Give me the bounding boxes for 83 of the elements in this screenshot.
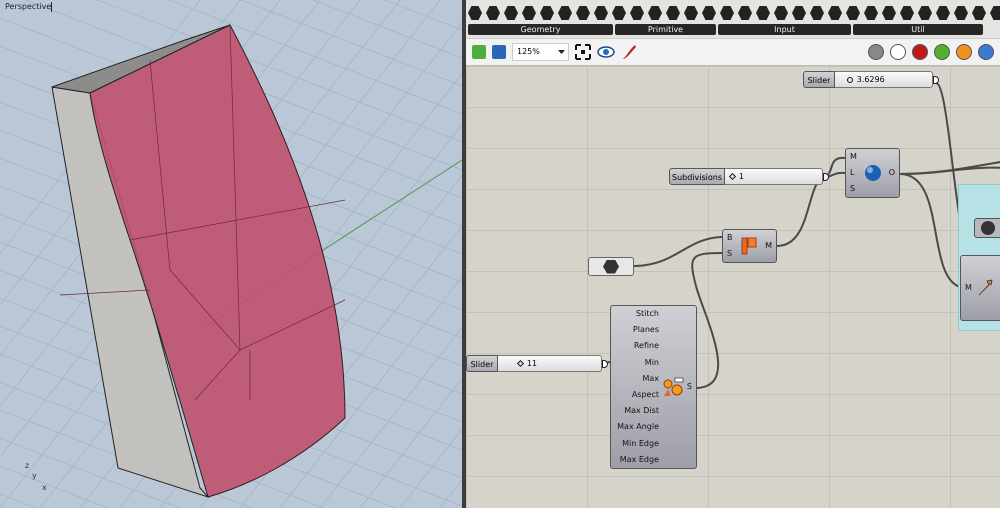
- input-label: Aspect: [632, 390, 659, 400]
- slider-label: Subdivisions: [669, 168, 725, 185]
- input-label: S: [850, 184, 856, 194]
- input-label: Max Dist: [624, 406, 659, 416]
- input-label: Max Angle: [617, 422, 659, 432]
- component-icon[interactable]: [630, 6, 644, 20]
- component-icon[interactable]: [846, 6, 860, 20]
- component-icon[interactable]: [504, 6, 518, 20]
- output-port[interactable]: [602, 360, 608, 368]
- input-label: M: [850, 152, 857, 162]
- input-label: L: [850, 168, 856, 178]
- ribbon-group-label[interactable]: Util: [853, 24, 983, 35]
- component-icon[interactable]: [612, 6, 626, 20]
- input-label: Planes: [632, 325, 659, 336]
- component-icon[interactable]: [828, 6, 842, 20]
- component-icon[interactable]: [810, 6, 824, 20]
- slider-grip[interactable]: [728, 172, 736, 180]
- number-slider[interactable]: 11: [498, 355, 602, 372]
- input-label: Min: [644, 358, 659, 368]
- component-icon[interactable]: [936, 6, 950, 20]
- input-label: B: [727, 233, 732, 243]
- component-icon[interactable]: [594, 6, 608, 20]
- axis-label: x: [42, 483, 47, 492]
- zoom-dropdown[interactable]: 125%: [512, 43, 569, 61]
- component-icon[interactable]: [540, 6, 554, 20]
- number-slider[interactable]: 3.6296: [835, 71, 933, 88]
- output-label: S: [686, 382, 692, 392]
- output-port[interactable]: [933, 76, 939, 84]
- component-icon[interactable]: [468, 6, 482, 20]
- number-slider[interactable]: 1: [725, 168, 823, 185]
- axis-label: y: [32, 471, 37, 480]
- component-icon[interactable]: [702, 6, 716, 20]
- component-icon[interactable]: [648, 6, 662, 20]
- component-icon[interactable]: [918, 6, 932, 20]
- arrow-icon: [977, 279, 994, 297]
- component-icon[interactable]: [738, 6, 752, 20]
- component-node[interactable]: Stitch Planes Refine Min Max Aspect Max Dist Max Angle Min Edge Max Edge S: [610, 305, 697, 469]
- input-label: S: [727, 249, 732, 259]
- input-label: Min Edge: [622, 438, 659, 449]
- ribbon-group-label[interactable]: Geometry: [468, 24, 613, 35]
- component-icon[interactable]: [756, 6, 770, 20]
- slider-grip[interactable]: [516, 360, 524, 368]
- component-node[interactable]: [974, 218, 1000, 238]
- sphere-icon: [864, 164, 882, 182]
- output-label: M: [765, 241, 772, 251]
- slider-grip[interactable]: [846, 76, 853, 82]
- viewport-title[interactable]: Perspective: [5, 2, 52, 11]
- component-icon[interactable]: [864, 6, 878, 20]
- ribbon-group-label[interactable]: Primitive: [615, 24, 716, 35]
- component-icon[interactable]: [990, 6, 1000, 20]
- component-node[interactable]: M L S O: [845, 148, 900, 198]
- component-icon[interactable]: [720, 6, 734, 20]
- component-icon[interactable]: [900, 6, 914, 20]
- component-icon[interactable]: [684, 6, 698, 20]
- mesh-icon: [662, 377, 684, 397]
- component-icon[interactable]: [558, 6, 572, 20]
- input-label: M: [965, 283, 972, 293]
- zoom-extents-icon[interactable]: [575, 44, 591, 60]
- input-label: Max: [642, 374, 659, 384]
- component-icon[interactable]: [522, 6, 536, 20]
- parameter-node[interactable]: [588, 257, 634, 276]
- slider-label: Slider: [803, 71, 835, 88]
- component-icon[interactable]: [774, 6, 788, 20]
- component-icon[interactable]: [576, 6, 590, 20]
- input-label: Max Edge: [620, 454, 659, 465]
- component-node[interactable]: M: [960, 255, 1000, 321]
- component-icon[interactable]: [792, 6, 806, 20]
- component-icon[interactable]: [954, 6, 968, 20]
- input-label: Stitch: [636, 309, 659, 320]
- ribbon-group-label[interactable]: Input: [718, 24, 851, 35]
- output-port[interactable]: [823, 172, 829, 180]
- component-icon[interactable]: [486, 6, 500, 20]
- component-icon[interactable]: [882, 6, 896, 20]
- panels-icon: [740, 237, 757, 255]
- slider-label: Slider: [466, 355, 498, 372]
- component-icon[interactable]: [972, 6, 986, 20]
- input-label: Refine: [634, 341, 659, 352]
- axis-label: z: [25, 461, 30, 470]
- component-icon[interactable]: [666, 6, 680, 20]
- eye-icon[interactable]: [597, 46, 615, 58]
- brush-icon[interactable]: [621, 44, 637, 60]
- output-label: O: [888, 168, 895, 178]
- component-node[interactable]: B S M: [722, 229, 777, 263]
